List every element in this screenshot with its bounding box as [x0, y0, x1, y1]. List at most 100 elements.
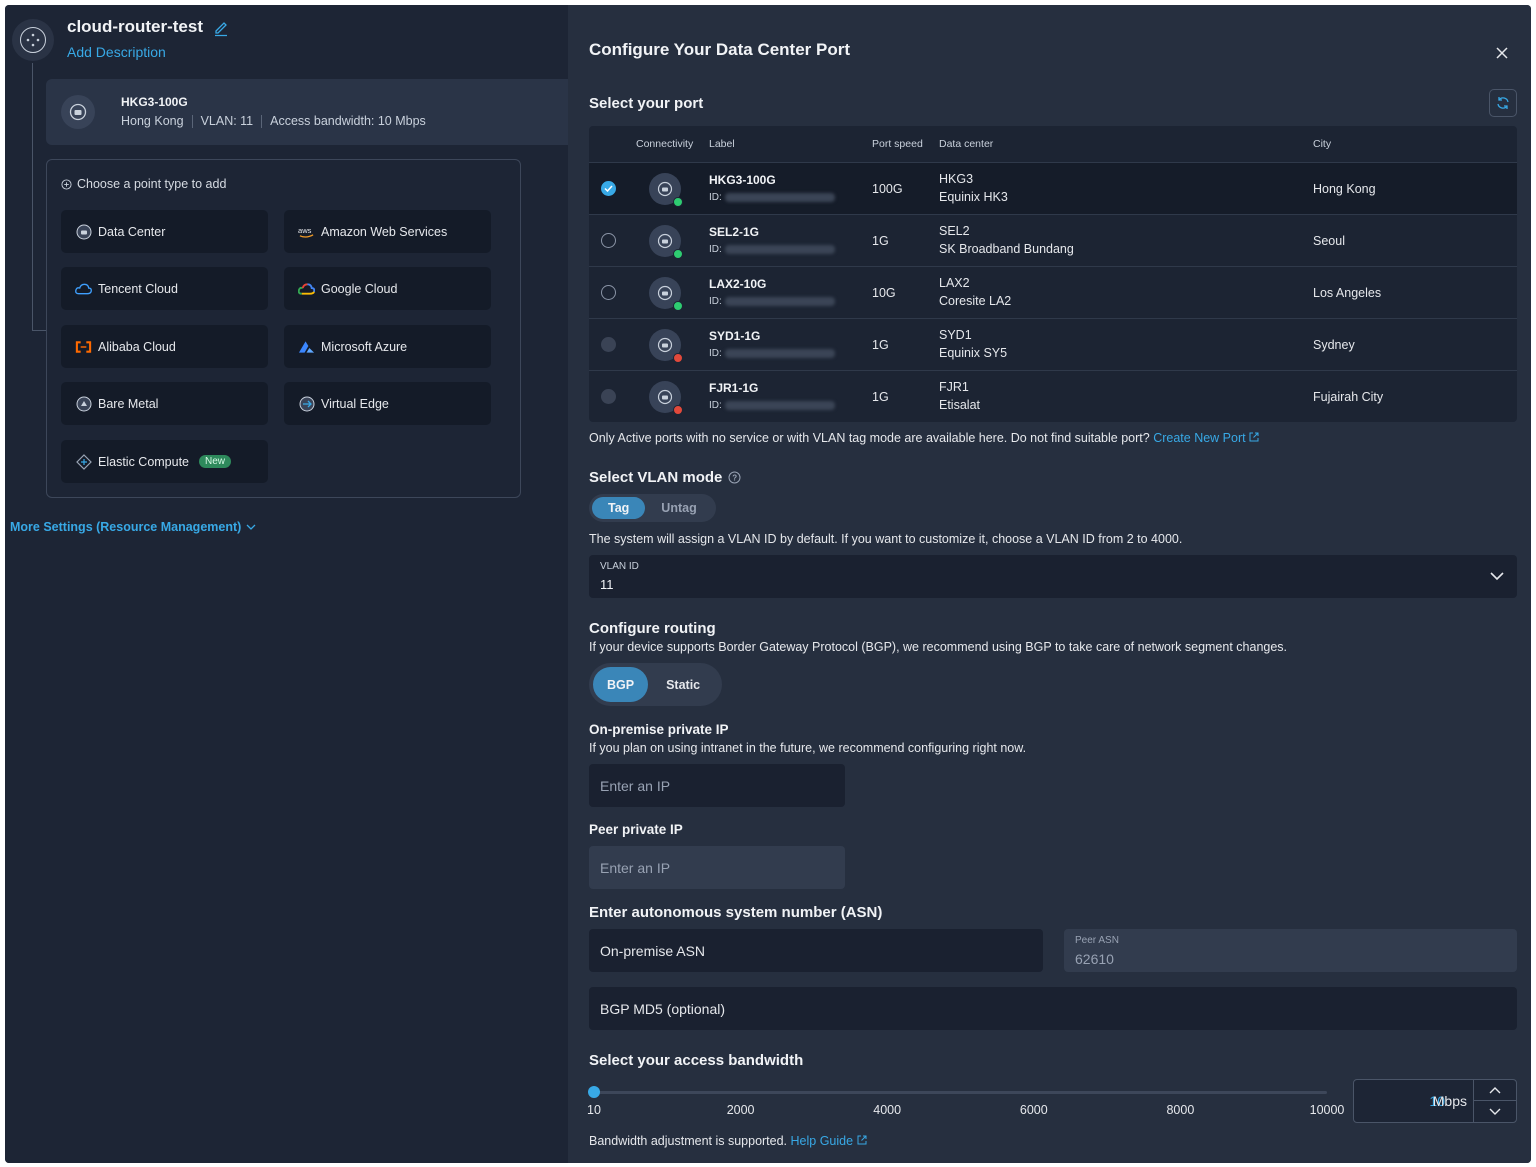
more-settings-toggle[interactable]: More Settings (Resource Management)	[10, 520, 256, 534]
data-center-name: Equinix SY5	[939, 346, 1008, 360]
refresh-button[interactable]	[1489, 89, 1517, 117]
drawer-title: Configure Your Data Center Port	[589, 40, 851, 59]
point-type-aws[interactable]: aws Amazon Web Services	[284, 210, 491, 253]
topology-panel: cloud-router-test Add Description HKG3-1…	[5, 5, 568, 1163]
table-header: Connectivity Label Port speed Data cente…	[589, 126, 1517, 161]
close-icon[interactable]	[1494, 45, 1510, 61]
port-row[interactable]: LAX2-10G ID: 10G LAX2 Coresite LA2 Los Angele…	[589, 266, 1517, 318]
add-description-link[interactable]: Add Description	[67, 44, 166, 60]
peer-asn-field: Peer ASN 62610	[1064, 929, 1517, 972]
configure-port-drawer: Configure Your Data Center Port Select y…	[568, 5, 1531, 1163]
port-row: FJR1-1G ID: 1G FJR1 Etisalat Fujairah City	[589, 370, 1517, 422]
external-link-icon	[1249, 432, 1259, 442]
port-city: Sydney	[1313, 338, 1355, 352]
help-guide-link[interactable]: Help Guide	[791, 1134, 867, 1148]
add-circle-icon	[61, 178, 72, 190]
bandwidth-slider-track[interactable]	[594, 1091, 1327, 1094]
connectivity-icon	[649, 381, 683, 415]
peer-asn-label: Peer ASN	[1075, 935, 1119, 946]
external-link-icon	[857, 1135, 867, 1145]
slider-tick-label: 10	[587, 1103, 601, 1117]
current-port-card[interactable]: HKG3-100G Hong Kong VLAN: 11 Access band…	[46, 79, 568, 145]
routing-static[interactable]: Static	[648, 667, 718, 702]
peer-ip-input[interactable]: Enter an IP	[589, 846, 845, 889]
port-radio[interactable]	[601, 181, 616, 196]
azure-icon	[298, 338, 315, 355]
port-label: SYD1-1G	[709, 329, 761, 343]
point-type-azure[interactable]: Microsoft Azure	[284, 325, 491, 368]
port-radio	[601, 389, 616, 404]
increment-button[interactable]	[1474, 1080, 1516, 1101]
help-icon[interactable]: ?	[728, 471, 741, 484]
vlan-mode-tag[interactable]: Tag	[592, 497, 646, 519]
edit-icon[interactable]	[213, 19, 229, 37]
current-port-meta: Hong Kong VLAN: 11 Access bandwidth: 10 …	[121, 114, 426, 128]
point-type-alibaba-cloud[interactable]: Alibaba Cloud	[61, 325, 268, 368]
port-city: Seoul	[1313, 234, 1345, 248]
port-radio[interactable]	[601, 233, 616, 248]
routing-bgp[interactable]: BGP	[593, 667, 649, 702]
current-port-name: HKG3-100G	[121, 95, 188, 109]
onprem-ip-input[interactable]: Enter an IP	[589, 764, 845, 807]
data-center-icon	[61, 95, 95, 129]
port-speed: 1G	[872, 390, 889, 404]
bandwidth-note: Bandwidth adjustment is supported. Help …	[589, 1134, 867, 1148]
column-data-center: Data center	[939, 138, 994, 150]
column-label: Label	[709, 138, 735, 150]
connectivity-icon	[649, 173, 683, 207]
point-type-virtual-edge[interactable]: Virtual Edge	[284, 382, 491, 425]
create-new-port-link[interactable]: Create New Port	[1153, 431, 1259, 445]
bandwidth-slider-thumb[interactable]	[588, 1086, 600, 1098]
port-id: ID:	[709, 296, 835, 307]
status-dot	[673, 405, 683, 415]
port-label: LAX2-10G	[709, 277, 767, 291]
chevron-down-icon	[1490, 572, 1504, 581]
point-type-elastic-compute[interactable]: Elastic Compute New	[61, 440, 268, 483]
data-center-code: LAX2	[939, 276, 970, 290]
bandwidth-heading: Select your access bandwidth	[589, 1052, 804, 1069]
routing-hint: If your device supports Border Gateway P…	[589, 640, 1288, 654]
slider-tick-label: 6000	[1019, 1103, 1048, 1117]
onprem-asn-input[interactable]: On-premise ASN	[589, 929, 1043, 972]
slider-tick-label: 8000	[1166, 1103, 1195, 1117]
peer-asn-value: 62610	[1075, 951, 1114, 967]
vlan-id-select[interactable]: VLAN ID 11	[589, 555, 1517, 598]
port-vlan: VLAN: 11	[200, 114, 254, 128]
vlan-mode-hint: The system will assign a VLAN ID by defa…	[589, 532, 1183, 546]
slider-tick-label: 4000	[873, 1103, 902, 1117]
elastic-compute-icon	[75, 453, 92, 470]
port-row[interactable]: SEL2-1G ID: 1G SEL2 SK Broadband Bundang Seou…	[589, 214, 1517, 266]
column-connectivity: Connectivity	[636, 138, 694, 150]
data-center-name: Equinix HK3	[939, 190, 1008, 204]
column-port-speed: Port speed	[872, 138, 923, 150]
routing-toggle: BGP Static	[589, 663, 723, 706]
decrement-button[interactable]	[1474, 1101, 1516, 1122]
bare-metal-icon	[75, 395, 92, 412]
port-label: HKG3-100G	[709, 173, 776, 187]
virtual-edge-icon	[298, 395, 315, 412]
point-type-tencent-cloud[interactable]: Tencent Cloud	[61, 267, 268, 310]
data-center-code: SEL2	[939, 224, 970, 238]
port-row[interactable]: HKG3-100G ID: 100G HKG3 Equinix HK3 Hong Kong	[589, 162, 1517, 214]
port-speed: 100G	[872, 182, 903, 196]
point-type-bare-metal[interactable]: Bare Metal	[61, 382, 268, 425]
bgp-md5-input[interactable]: BGP MD5 (optional)	[589, 987, 1517, 1030]
bandwidth-stepper[interactable]: 10 Mbps	[1353, 1079, 1517, 1123]
port-table: Connectivity Label Port speed Data cente…	[589, 126, 1517, 422]
slider-tick-label: 2000	[726, 1103, 755, 1117]
data-center-code: FJR1	[939, 380, 969, 394]
port-label: SEL2-1G	[709, 225, 760, 239]
tencent-cloud-icon	[75, 280, 92, 297]
vlan-mode-untag[interactable]: Untag	[645, 497, 712, 519]
connectivity-icon	[649, 225, 683, 259]
point-type-google-cloud[interactable]: Google Cloud	[284, 267, 491, 310]
port-speed: 10G	[872, 286, 896, 300]
port-city: Hong Kong	[1313, 182, 1376, 196]
status-dot	[673, 249, 683, 259]
chooser-header: Choose a point type to add	[61, 177, 226, 191]
port-radio	[601, 337, 616, 352]
data-center-code: SYD1	[939, 328, 972, 342]
port-radio[interactable]	[601, 285, 616, 300]
router-title: cloud-router-test	[67, 17, 203, 36]
point-type-data-center[interactable]: Data Center	[61, 210, 268, 253]
